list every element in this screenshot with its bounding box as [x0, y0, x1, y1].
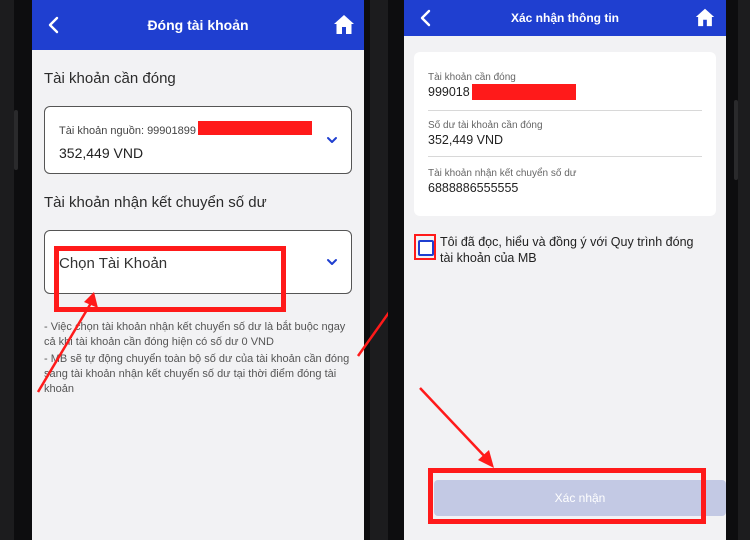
info-field-balance: Số dư tài khoản cần đóng 352,449 VND: [428, 120, 702, 157]
chevron-left-icon: [48, 16, 59, 34]
source-account-selector[interactable]: Tài khoản nguồn: 99901899 352,449 VND: [44, 106, 352, 174]
field-label: Tài khoản cần đóng: [428, 72, 516, 83]
back-button[interactable]: [416, 7, 436, 29]
arrow-annotation: [419, 387, 494, 468]
info-card: Tài khoản cần đóng 999018 Số dư tài khoả…: [414, 52, 716, 216]
note-auto-transfer: - MB sẽ tự động chuyển toàn bộ số dư của…: [44, 353, 350, 395]
highlight-frame: [428, 468, 706, 524]
phone-right: Xác nhận thông tin Tài khoản cần đóng 99…: [388, 0, 738, 540]
header: Xác nhận thông tin: [404, 0, 726, 36]
confirm-info-screen: Xác nhận thông tin Tài khoản cần đóng 99…: [404, 0, 726, 540]
close-account-section-title: Tài khoản cần đóng: [44, 70, 176, 87]
page-title: Đóng tài khoản: [147, 17, 249, 33]
field-label: Số dư tài khoản cần đóng: [428, 120, 543, 131]
source-account-label: Tài khoản nguồn: 99901899: [59, 125, 197, 137]
field-label: Tài khoản nhận kết chuyển số dư: [428, 168, 577, 179]
chevron-down-icon: [325, 133, 339, 147]
chevron-left-icon: [420, 9, 431, 27]
home-icon: [695, 8, 715, 27]
highlight-frame: [54, 246, 286, 312]
info-field-receive-account: Tài khoản nhận kết chuyển số dư 68888865…: [428, 168, 702, 202]
chevron-down-icon: [325, 255, 339, 269]
field-value: 6888886555555: [428, 181, 519, 195]
page-title: Xác nhận thông tin: [511, 11, 619, 25]
receive-account-section-title: Tài khoản nhận kết chuyển số dư: [44, 194, 267, 211]
back-button[interactable]: [44, 14, 64, 36]
source-account-balance: 352,449 VND: [59, 145, 144, 161]
close-account-screen: Đóng tài khoản Tài khoản cần đóng Tài kh…: [32, 0, 364, 540]
field-value: 352,449 VND: [428, 133, 504, 147]
note-mandatory: - Việc chọn tài khoản nhận kết chuyển số…: [44, 321, 346, 348]
home-button[interactable]: [694, 6, 718, 30]
home-button[interactable]: [332, 12, 356, 36]
home-icon: [334, 15, 354, 34]
consent-text: Tôi đã đọc, hiểu và đồng ý với Quy trình…: [440, 235, 694, 265]
redaction-bar: [472, 84, 576, 100]
phone-left: Đóng tài khoản Tài khoản cần đóng Tài kh…: [14, 0, 370, 540]
header: Đóng tài khoản: [32, 0, 364, 50]
highlight-frame: [414, 234, 436, 260]
redaction-bar: [198, 121, 312, 135]
